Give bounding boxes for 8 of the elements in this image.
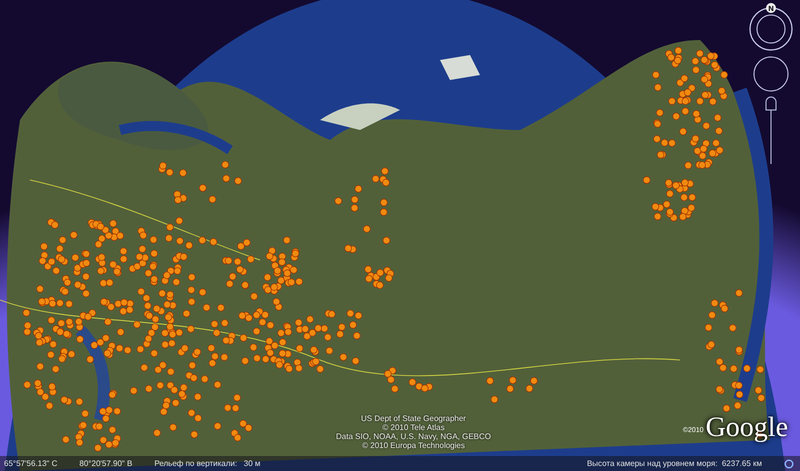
streaming-ring-icon [784,458,794,468]
zoom-slider-control[interactable] [763,96,779,166]
longitude-readout: 80°20'57.90" В [79,459,132,468]
latitude-readout: 65°57'56.13" С [4,459,58,468]
elevation-readout: Рельеф по вертикали: 30 м [154,459,260,468]
map-attribution: US Dept of State Geographer © 2010 Tele Atlas Data SIO, NOAA, U.S. Navy, NGA, GEBCO © 2010 Europa Technologies [336,414,491,450]
look-ring-control[interactable] [751,54,791,94]
camera-altitude-readout: Высота камеры над уровнем моря: 6237.65 км [586,459,762,468]
